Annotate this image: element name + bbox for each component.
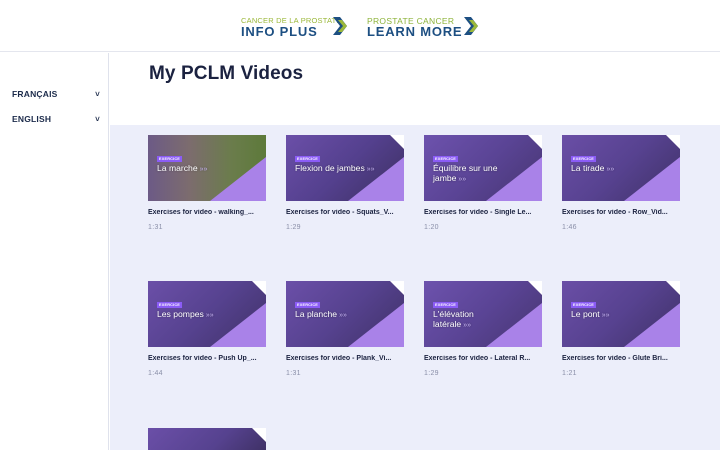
video-thumbnail-partial[interactable] [148, 428, 266, 450]
logo-en-big: LEARN MORE [367, 24, 463, 39]
sidebar-item-francais[interactable]: FRANÇAIS ˅ [12, 89, 100, 99]
exercise-badge: EXERCICE [433, 302, 459, 308]
thumbnail-title: Les pompes»» [157, 309, 214, 319]
video-thumbnail[interactable]: EXERCICE La planche»» [286, 281, 404, 347]
video-card[interactable]: EXERCICE La marche»» Exercises for video… [148, 135, 266, 231]
exercise-badge: EXERCICE [295, 302, 321, 308]
sidebar-item-english[interactable]: ENGLISH ˅ [12, 114, 100, 124]
language-sidebar [0, 53, 109, 450]
video-title[interactable]: Exercises for video - Plank_Vi... [286, 355, 404, 362]
chevron-down-icon: ˅ [95, 114, 100, 124]
thumbnail-title: L'élévation latérale»» [433, 309, 474, 329]
logo-chevron-icon [333, 17, 347, 35]
video-duration: 1:29 [424, 370, 439, 377]
video-card[interactable]: EXERCICE Le pont»» Exercises for video -… [562, 281, 680, 377]
video-duration: 1:29 [286, 224, 301, 231]
video-title[interactable]: Exercises for video - Squats_V... [286, 209, 404, 216]
thumbnail-title: Le pont»» [571, 309, 610, 319]
video-card[interactable]: EXERCICE Les pompes»» Exercises for vide… [148, 281, 266, 377]
logo-info-plus[interactable]: CANCER DE LA PROSTATE INFO PLUS [241, 17, 342, 39]
exercise-badge: EXERCICE [433, 156, 459, 162]
video-title[interactable]: Exercises for video - Single Le... [424, 209, 542, 216]
video-card[interactable]: EXERCICE Équilibre sur une jambe»» Exerc… [424, 135, 542, 231]
video-title[interactable]: Exercises for video - Push Up_... [148, 355, 266, 362]
exercise-badge: EXERCICE [295, 156, 321, 162]
video-duration: 1:31 [286, 370, 301, 377]
video-thumbnail[interactable]: EXERCICE L'élévation latérale»» [424, 281, 542, 347]
video-duration: 1:21 [562, 370, 577, 377]
logo-fr-big: INFO PLUS [241, 24, 318, 39]
video-thumbnail[interactable]: EXERCICE Flexion de jambes»» [286, 135, 404, 201]
video-title[interactable]: Exercises for video - walking_... [148, 209, 266, 216]
sidebar-item-label: FRANÇAIS [12, 89, 58, 99]
video-duration: 1:20 [424, 224, 439, 231]
video-title[interactable]: Exercises for video - Lateral R... [424, 355, 542, 362]
video-thumbnail[interactable]: EXERCICE Les pompes»» [148, 281, 266, 347]
logo-learn-more[interactable]: PROSTATE CANCER LEARN MORE [367, 17, 462, 39]
logo-chevron-icon [464, 17, 478, 35]
video-thumbnail[interactable]: EXERCICE La marche»» [148, 135, 266, 201]
video-duration: 1:31 [148, 224, 163, 231]
video-title[interactable]: Exercises for video - Row_Vid... [562, 209, 680, 216]
exercise-badge: EXERCICE [157, 156, 183, 162]
thumbnail-title: La tirade»» [571, 163, 615, 173]
thumbnail-title: La marche»» [157, 163, 208, 173]
video-thumbnail[interactable]: EXERCICE Le pont»» [562, 281, 680, 347]
thumbnail-title: La planche»» [295, 309, 347, 319]
thumbnail-title: Équilibre sur une jambe»» [433, 163, 498, 183]
video-card[interactable]: EXERCICE La tirade»» Exercises for video… [562, 135, 680, 231]
video-card[interactable]: EXERCICE La planche»» Exercises for vide… [286, 281, 404, 377]
sidebar-item-label: ENGLISH [12, 114, 52, 124]
thumbnail-title: Flexion de jambes»» [295, 163, 375, 173]
exercise-badge: EXERCICE [157, 302, 183, 308]
video-card[interactable]: EXERCICE L'élévation latérale»» Exercise… [424, 281, 542, 377]
chevron-down-icon: ˅ [95, 89, 100, 99]
page-title: My PCLM Videos [149, 63, 304, 84]
exercise-badge: EXERCICE [571, 302, 597, 308]
video-thumbnail[interactable]: EXERCICE La tirade»» [562, 135, 680, 201]
video-title[interactable]: Exercises for video - Glute Bri... [562, 355, 680, 362]
exercise-badge: EXERCICE [571, 156, 597, 162]
video-card[interactable]: EXERCICE Flexion de jambes»» Exercises f… [286, 135, 404, 231]
video-duration: 1:46 [562, 224, 577, 231]
video-duration: 1:44 [148, 370, 163, 377]
site-header: CANCER DE LA PROSTATE INFO PLUS PROSTATE… [0, 0, 720, 52]
video-thumbnail[interactable]: EXERCICE Équilibre sur une jambe»» [424, 135, 542, 201]
